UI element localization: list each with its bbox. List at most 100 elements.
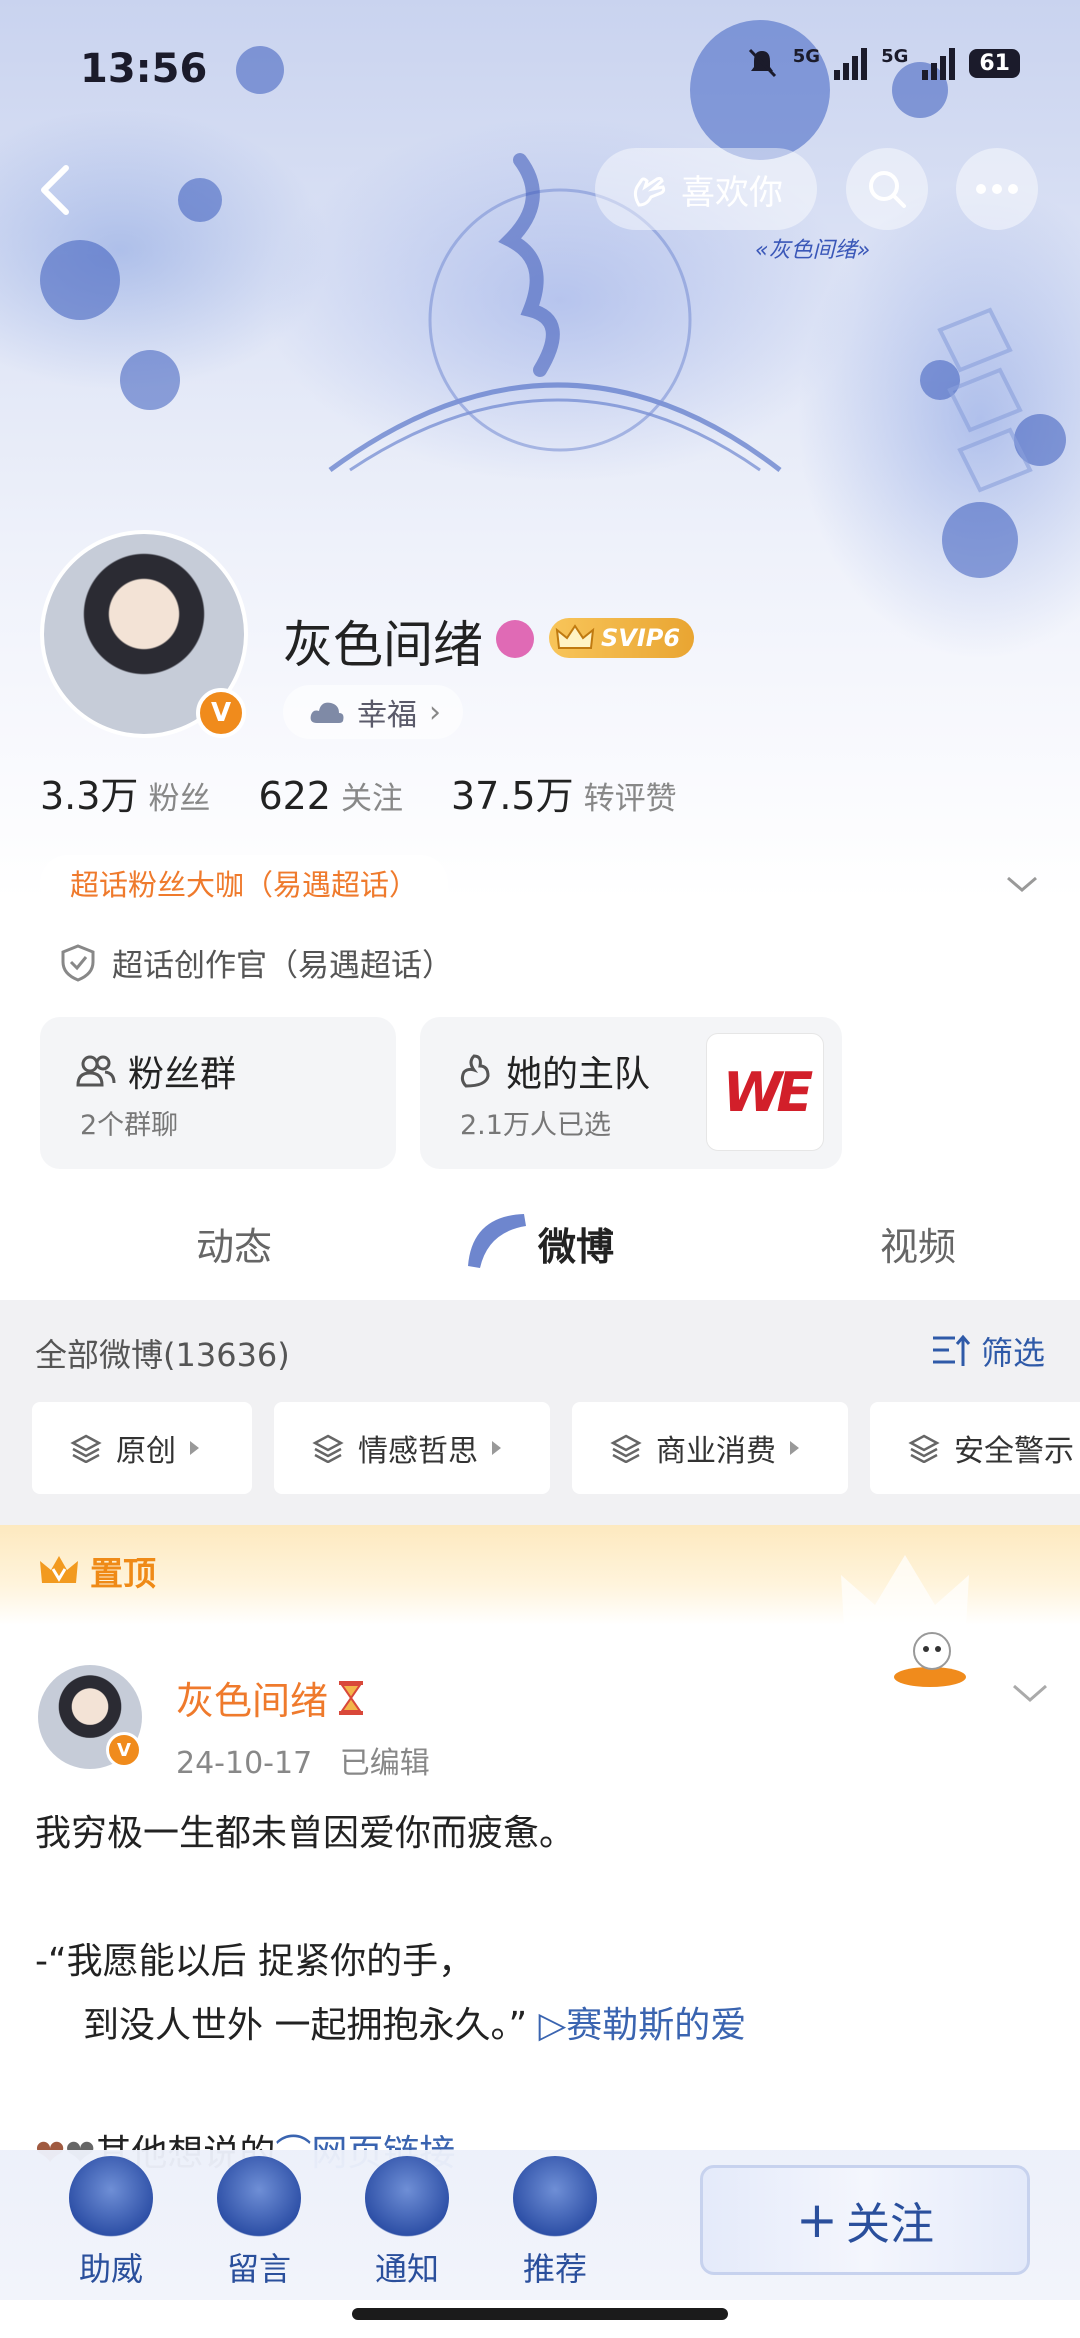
- recommend-label: 推荐: [522, 2250, 587, 2288]
- post-options-chevron-icon[interactable]: [1010, 1678, 1050, 1708]
- follow-button[interactable]: + 关注: [700, 2165, 1030, 2275]
- crown-icon: [40, 1556, 78, 1583]
- verified-badge-icon: V: [106, 1732, 142, 1768]
- creator-badge-row[interactable]: 超话创作官（易遇超话）: [60, 940, 453, 985]
- mood-status[interactable]: 幸福 ›: [283, 685, 463, 739]
- chip-emotion[interactable]: 情感哲思: [274, 1402, 550, 1494]
- fan-group-subtitle: 2个群聊: [80, 1110, 179, 1141]
- caret-right-icon: [492, 1441, 501, 1455]
- search-button[interactable]: [846, 148, 928, 230]
- notify-button[interactable]: 通知: [352, 2156, 462, 2290]
- pinned-label-row: 置顶: [38, 1547, 156, 1595]
- post-author-name: 灰色间绪: [176, 1679, 329, 1723]
- tab-video[interactable]: 视频: [880, 1216, 956, 1271]
- chip-label: 情感哲思: [358, 1434, 478, 1469]
- layers-icon: [312, 1434, 344, 1463]
- chevron-down-icon[interactable]: [1004, 870, 1040, 898]
- recommend-button[interactable]: 推荐: [500, 2156, 610, 2290]
- post-date: 24-10-17: [176, 1746, 313, 1781]
- network-label-2: 5G: [881, 46, 909, 67]
- fan-title-tag[interactable]: 超话粉丝大咖（易遇超话）: [40, 855, 449, 911]
- post-content: 我穷极一生都未曾因爱你而疲惫。 -“我愿能以后 捉紧你的手， 到没人世外 一起拥…: [35, 1802, 1045, 2186]
- verified-badge-icon: V: [196, 688, 246, 738]
- battery-indicator: 61: [969, 48, 1020, 78]
- follow-label: 关注: [845, 2199, 934, 2250]
- fan-group-title-row: 粉丝群: [76, 1045, 236, 1097]
- status-bar: 13:56 5G 5G 61: [0, 40, 1080, 100]
- filter-icon: [932, 1334, 971, 1366]
- chip-label: 商业消费: [656, 1434, 776, 1469]
- layers-icon: [908, 1434, 940, 1463]
- category-chips: 原创 情感哲思 商业消费 安全警示: [32, 1402, 1080, 1494]
- chip-original[interactable]: 原创: [32, 1402, 252, 1494]
- cheer-label: 助威: [78, 2250, 143, 2288]
- caret-right-icon: [190, 1441, 199, 1455]
- interactions-count: 37.5万: [450, 774, 574, 818]
- interactions-label: 转评赞: [583, 781, 677, 817]
- fan-group-title: 粉丝群: [128, 1054, 237, 1095]
- butterfly-icon: [513, 2156, 597, 2240]
- team-logo-text: WE: [722, 1060, 813, 1124]
- home-team-subtitle: 2.1万人已选: [460, 1110, 611, 1141]
- plus-icon: +: [796, 2191, 838, 2249]
- like-button[interactable]: 喜欢你: [595, 148, 817, 230]
- post-meta: 24-10-17 已编辑: [176, 1738, 430, 1782]
- like-hand-icon: [633, 176, 666, 207]
- cat-sticker-icon: [894, 1632, 966, 1687]
- layers-icon: [70, 1434, 102, 1463]
- profile-tabs: 动态 微博 视频: [0, 1190, 1080, 1300]
- post-line-3-row: 到没人世外 一起拥抱永久。” ▷赛勒斯的爱: [35, 1994, 1045, 2058]
- home-indicator: [352, 2308, 728, 2320]
- post-line-2: -“我愿能以后 捉紧你的手，: [35, 1941, 475, 1982]
- followers-label: 粉丝: [148, 781, 211, 817]
- crown-icon: [555, 624, 595, 649]
- cheer-button[interactable]: 助威: [56, 2156, 166, 2290]
- tab-active-fan-icon: [468, 1214, 526, 1268]
- like-label: 喜欢你: [681, 172, 783, 213]
- super-topic-badge-icon[interactable]: [496, 620, 534, 658]
- feed-filter-bar: 全部微博(13636) 筛选 原创 情感哲思 商业消费 安全警示: [0, 1300, 1080, 1525]
- search-icon: [869, 171, 906, 208]
- lotus-icon: [217, 2156, 301, 2240]
- group-icon: [76, 1055, 116, 1087]
- tab-weibo[interactable]: 微博: [538, 1216, 614, 1271]
- chip-label: 安全警示: [954, 1434, 1074, 1469]
- post-line-3: 到没人世外 一起拥抱永久。”: [83, 2005, 528, 2046]
- all-posts-label[interactable]: 全部微博(13636): [35, 1330, 290, 1376]
- following-count[interactable]: 622: [258, 774, 331, 818]
- svip-badge[interactable]: SVIP6: [549, 618, 695, 658]
- creator-label: 超话创作官（易遇超话）: [112, 948, 453, 984]
- chip-safety[interactable]: 安全警示: [870, 1402, 1080, 1494]
- following-label: 关注: [340, 781, 403, 817]
- layers-icon: [610, 1434, 642, 1463]
- mute-icon: [748, 48, 776, 78]
- message-label: 留言: [226, 2250, 291, 2288]
- hourglass-icon: [339, 1680, 364, 1715]
- back-icon[interactable]: [30, 160, 80, 220]
- chip-business[interactable]: 商业消费: [572, 1402, 848, 1494]
- vase-icon: [69, 2156, 153, 2240]
- status-time: 13:56: [80, 46, 208, 92]
- profile-name: 灰色间绪: [283, 616, 483, 674]
- filter-button[interactable]: 筛选: [931, 1328, 1045, 1374]
- tab-dynamics[interactable]: 动态: [196, 1216, 272, 1271]
- chevron-right-icon: ›: [429, 694, 441, 730]
- fan-group-card[interactable]: 粉丝群 2个群聊: [40, 1017, 396, 1169]
- profile-stats: 3.3万 粉丝 622 关注 37.5万 转评赞: [40, 765, 725, 820]
- pinned-header: 置顶: [0, 1525, 1080, 1645]
- caret-right-icon: [790, 1441, 799, 1455]
- more-button[interactable]: [956, 148, 1038, 230]
- chip-label: 原创: [116, 1434, 176, 1469]
- more-icon: [976, 184, 1018, 194]
- home-team-title-row: 她的主队: [456, 1045, 650, 1097]
- post-author-row[interactable]: 灰色间绪: [176, 1670, 366, 1725]
- mood-label: 幸福: [357, 698, 417, 733]
- post-edited: 已编辑: [339, 1746, 430, 1781]
- message-button[interactable]: 留言: [204, 2156, 314, 2290]
- team-logo[interactable]: WE: [706, 1033, 824, 1151]
- signal-icon-2: [922, 46, 956, 80]
- followers-count[interactable]: 3.3万: [40, 765, 138, 820]
- music-link[interactable]: ▷赛勒斯的爱: [539, 2005, 747, 2046]
